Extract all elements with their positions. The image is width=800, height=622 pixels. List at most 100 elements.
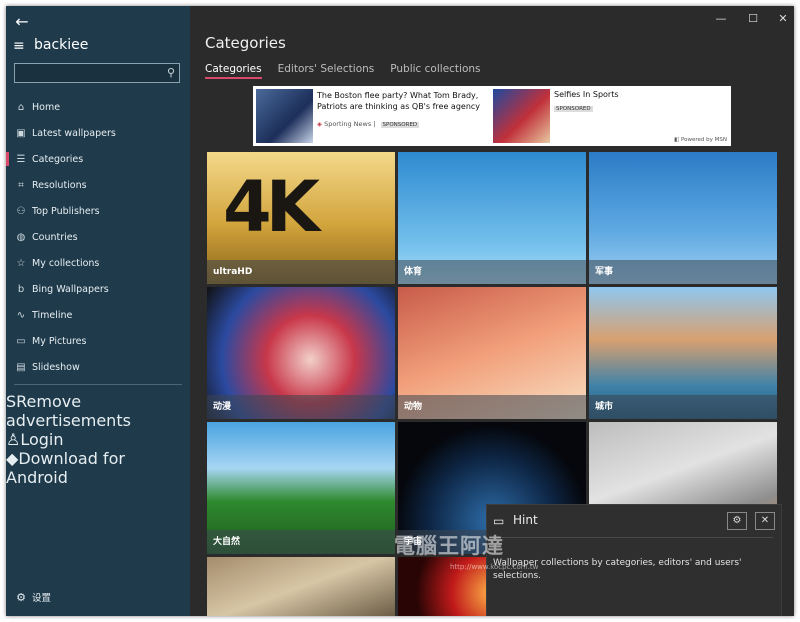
- tile-4k-graphic: 4K: [223, 166, 320, 248]
- sidebar-item-home[interactable]: ⌂ Home: [6, 94, 190, 120]
- category-tile[interactable]: 动漫: [207, 287, 395, 419]
- sidebar-item-label: Top Publishers: [32, 205, 100, 217]
- category-tile-label: 大自然: [207, 530, 395, 554]
- close-icon[interactable]: ✕: [776, 12, 790, 25]
- sidebar: ← ≡ backiee ⚲ ⌂ Home ▣ Latest wallpapers ☰ Ca…: [6, 6, 190, 616]
- people-icon: ⚇: [16, 205, 26, 217]
- settings-label: 设置: [32, 593, 52, 604]
- android-icon: ◆: [6, 449, 19, 468]
- ad-headline-1[interactable]: The Boston flee party? What Tom Brady, P…: [317, 90, 487, 112]
- sidebar-item-label: Bing Wallpapers: [32, 283, 109, 295]
- resolution-icon: ⌗: [18, 179, 24, 191]
- msn-icon: ◧: [674, 137, 680, 143]
- sidebar-item-bing-wallpapers[interactable]: b Bing Wallpapers: [6, 276, 190, 302]
- sidebar-divider: [14, 384, 182, 385]
- bing-icon: b: [17, 283, 25, 295]
- page-title: Categories: [205, 34, 286, 52]
- ad-banner[interactable]: The Boston flee party? What Tom Brady, P…: [253, 86, 731, 146]
- category-tile[interactable]: [207, 557, 395, 616]
- back-arrow-icon[interactable]: ←: [12, 12, 32, 32]
- hint-popup: ▭ Hint ⚙ ✕ Wallpaper collections by cate…: [486, 504, 782, 616]
- sidebar-item-categories[interactable]: ☰ Categories: [6, 146, 190, 172]
- watermark-logo: 電腦王阿達: [394, 534, 504, 558]
- minimize-icon[interactable]: —: [714, 12, 728, 25]
- search-box[interactable]: ⚲: [14, 63, 180, 84]
- hint-settings-button[interactable]: ⚙: [727, 512, 747, 530]
- search-input[interactable]: [15, 65, 159, 84]
- ad-image-2[interactable]: [493, 89, 550, 143]
- star-icon: ☆: [16, 257, 26, 269]
- sidebar-item-my-collections[interactable]: ☆ My collections: [6, 250, 190, 276]
- image-icon: ▣: [16, 127, 26, 139]
- sidebar-item-top-publishers[interactable]: ⚇ Top Publishers: [6, 198, 190, 224]
- sidebar-item-my-pictures[interactable]: ▭ My Pictures: [6, 328, 190, 354]
- sidebar-item-timeline[interactable]: ∿ Timeline: [6, 302, 190, 328]
- category-tile[interactable]: 大自然: [207, 422, 395, 554]
- category-tile-label: 动物: [398, 395, 586, 419]
- tab-bar: Categories Editors' Selections Public coll…: [205, 63, 481, 79]
- ad-source-2: SPONSORED: [554, 104, 593, 112]
- sidebar-item-label: Slideshow: [32, 361, 80, 373]
- sidebar-item-label: Countries: [32, 231, 78, 243]
- slideshow-icon: ▤: [16, 361, 26, 373]
- ad-source-1: ◈ Sporting News | SPONSORED: [317, 120, 420, 128]
- sporting-news-icon: ◈: [317, 120, 322, 128]
- sidebar-item-label: My Pictures: [32, 335, 87, 347]
- category-tile[interactable]: 军事: [589, 152, 777, 284]
- sidebar-item-resolutions[interactable]: ⌗ Resolutions: [6, 172, 190, 198]
- category-tile[interactable]: 4K ultraHD: [207, 152, 395, 284]
- sidebar-item-label: Latest wallpapers: [32, 127, 116, 139]
- picture-icon: ▭: [16, 335, 26, 347]
- app-brand: backiee: [34, 37, 89, 53]
- sidebar-item-login[interactable]: ♙Login: [6, 430, 190, 449]
- tab-editors-selections[interactable]: Editors' Selections: [278, 63, 375, 79]
- tab-categories[interactable]: Categories: [205, 63, 262, 79]
- sidebar-item-remove-advertisements[interactable]: SRemove advertisements: [6, 392, 190, 430]
- msn-powered: ◧ Powered by MSN: [674, 137, 727, 143]
- maximize-icon[interactable]: ☐: [746, 12, 760, 25]
- app-window: ← ≡ backiee ⚲ ⌂ Home ▣ Latest wallpapers ☰ Ca…: [6, 6, 794, 616]
- sidebar-item-download-for-android[interactable]: ◆Download for Android: [6, 449, 190, 487]
- category-tile-label: 军事: [589, 260, 777, 284]
- sidebar-item-label: My collections: [32, 257, 100, 269]
- sidebar-nav: ⌂ Home ▣ Latest wallpapers ☰ Categories ⌗ Resol…: [6, 94, 190, 380]
- ad-image-1[interactable]: [256, 89, 313, 143]
- category-tile[interactable]: 城市: [589, 287, 777, 419]
- category-tile[interactable]: 动物: [398, 287, 586, 419]
- sponsored-badge: SPONSORED: [554, 106, 593, 112]
- search-icon[interactable]: ⚲: [167, 66, 175, 79]
- watermark-url: http://www.kocpc.com.tw: [450, 563, 539, 571]
- main-panel: — ☐ ✕ Categories Categories Editors' Sele…: [190, 6, 794, 616]
- category-tile-label: ultraHD: [207, 260, 395, 284]
- chat-bubble-icon: ▭: [493, 514, 505, 528]
- hint-divider: [493, 537, 773, 538]
- globe-icon: ◍: [16, 231, 26, 243]
- user-icon: ♙: [6, 430, 21, 449]
- sidebar-item-settings[interactable]: ⚙ 设置: [6, 584, 190, 610]
- sponsored-badge: SPONSORED: [380, 122, 420, 128]
- sidebar-item-label: Categories: [32, 153, 84, 165]
- home-icon: ⌂: [17, 101, 25, 113]
- category-tile-label: 体育: [398, 260, 586, 284]
- sidebar-item-latest-wallpapers[interactable]: ▣ Latest wallpapers: [6, 120, 190, 146]
- sidebar-item-label: Login: [20, 430, 64, 449]
- timeline-icon: ∿: [16, 309, 26, 321]
- dollar-icon: S: [6, 392, 17, 411]
- sidebar-item-label: Timeline: [32, 309, 73, 321]
- ad-headline-2[interactable]: Selfies In Sports: [554, 90, 619, 99]
- gear-icon: ⚙: [16, 590, 26, 604]
- category-tile-label: 动漫: [207, 395, 395, 419]
- sidebar-item-label: Remove advertisements: [6, 392, 131, 430]
- sidebar-item-countries[interactable]: ◍ Countries: [6, 224, 190, 250]
- sidebar-item-label: Download for Android: [6, 449, 125, 487]
- ad-source-label: Sporting News |: [324, 120, 376, 128]
- category-tile[interactable]: 体育: [398, 152, 586, 284]
- sidebar-item-slideshow[interactable]: ▤ Slideshow: [6, 354, 190, 380]
- tab-public-collections[interactable]: Public collections: [390, 63, 480, 79]
- hint-close-button[interactable]: ✕: [755, 512, 775, 530]
- msn-powered-label: Powered by MSN: [681, 137, 727, 143]
- sidebar-item-label: Resolutions: [32, 179, 87, 191]
- hamburger-menu-icon[interactable]: ≡: [13, 39, 27, 53]
- sidebar-nav-secondary: SRemove advertisements ♙Login ◆Download fo…: [6, 392, 190, 487]
- hint-title: Hint: [513, 513, 538, 527]
